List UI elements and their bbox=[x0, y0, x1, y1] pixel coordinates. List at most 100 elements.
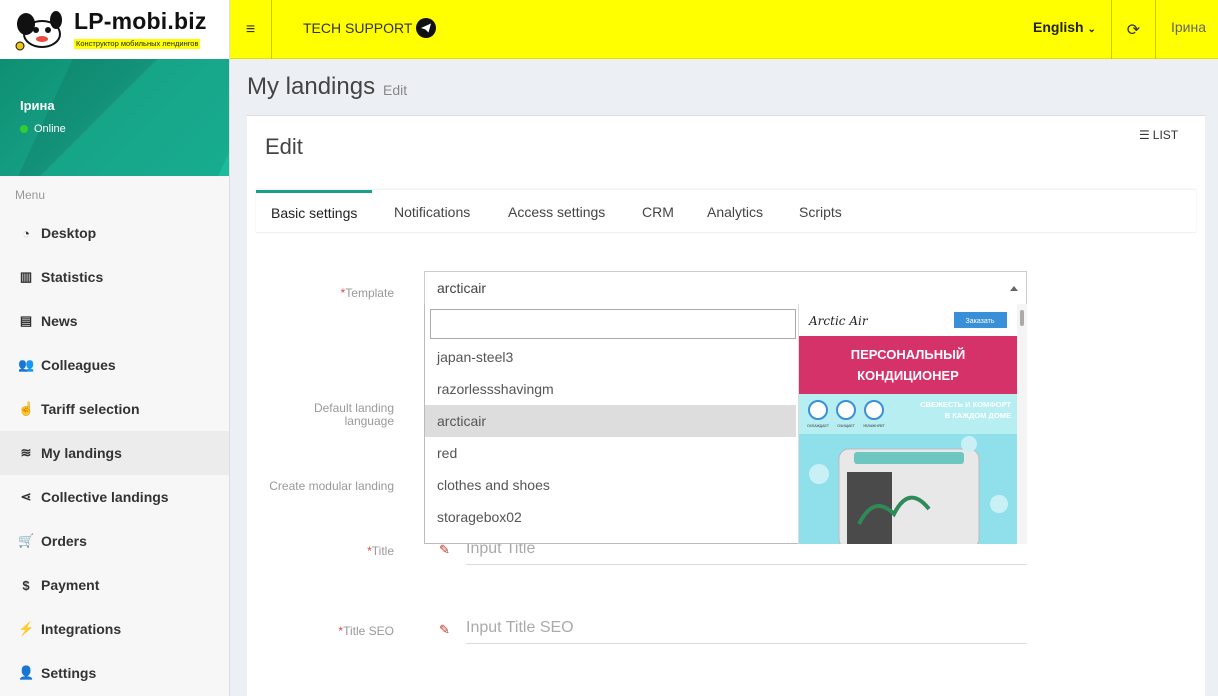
menu-header: Menu bbox=[15, 188, 46, 202]
preview-feature-2: ОЧИЩАЕТ bbox=[837, 424, 855, 428]
list-icon: ☰ bbox=[1139, 128, 1150, 142]
sidebar-item-collective-landings[interactable]: ⋖ Collective landings bbox=[0, 475, 229, 519]
tech-support-link[interactable]: TECH SUPPORT bbox=[303, 18, 437, 38]
sidebar-item-settings[interactable]: 👤 Settings bbox=[0, 651, 229, 695]
online-status: Online bbox=[20, 123, 66, 135]
preview-feature-1: ОХЛАЖДАЕТ bbox=[807, 424, 830, 428]
language-dropdown[interactable]: English ⌄ bbox=[1033, 19, 1096, 35]
tab-notifications[interactable]: Notifications bbox=[379, 190, 485, 233]
hamburger-icon: ≡ bbox=[245, 20, 256, 38]
sidebar-item-label: Statistics bbox=[41, 269, 104, 285]
divider bbox=[1155, 0, 1156, 59]
user-panel: Ірина Online bbox=[0, 59, 229, 176]
box-title: Edit bbox=[265, 134, 303, 159]
refresh-button[interactable]: ⟳ bbox=[1112, 0, 1155, 59]
dropdown-option[interactable]: razorlessshavingm bbox=[425, 373, 796, 405]
chevron-down-icon: ⌄ bbox=[1087, 24, 1096, 35]
language-label: English bbox=[1033, 19, 1084, 35]
tab-analytics[interactable]: Analytics bbox=[692, 190, 778, 233]
sidebar-item-integrations[interactable]: ⚡ Integrations bbox=[0, 607, 229, 651]
brand-tagline: Конструктор мобильных лендингов bbox=[74, 38, 201, 49]
pencil-icon: ✎ bbox=[439, 542, 450, 557]
sidebar-item-tariff-selection[interactable]: ☝ Tariff selection bbox=[0, 387, 229, 431]
sidebar-user-name: Ірина bbox=[20, 98, 55, 113]
sidebar-item-payment[interactable]: $ Payment bbox=[0, 563, 229, 607]
cart-icon: 🛒 bbox=[18, 533, 35, 548]
user-icon: 👤 bbox=[18, 665, 35, 680]
tab-scripts[interactable]: Scripts bbox=[784, 190, 857, 233]
dollar-icon: $ bbox=[22, 577, 30, 593]
sidebar: Ірина Online Menu ◔ Desktop ▥ Statistics… bbox=[0, 59, 230, 696]
preview-headline-1: ПЕРСОНАЛЬНЫЙ bbox=[851, 347, 965, 362]
sidebar-item-colleagues[interactable]: 👥 Colleagues bbox=[0, 343, 229, 387]
preview-slogan-1: СВЕЖЕСТЬ И КОМФОРТ bbox=[920, 400, 1011, 409]
pencil-icon: ✎ bbox=[439, 622, 450, 637]
brand-name: LP-mobi.biz bbox=[74, 7, 207, 34]
tab-basic-settings[interactable]: Basic settings bbox=[256, 190, 373, 233]
modular-landing-label: Create modular landing bbox=[269, 479, 394, 493]
page-title: My landings bbox=[247, 73, 376, 100]
dog-mascot-icon bbox=[15, 10, 62, 50]
preview-order-button: Заказать bbox=[966, 318, 995, 325]
brand-logo[interactable]: LP-mobi.biz Конструктор мобильных лендин… bbox=[0, 0, 230, 59]
dropdown-search-input[interactable] bbox=[430, 309, 796, 339]
template-selected-value: arcticair bbox=[437, 280, 487, 296]
dropdown-option[interactable]: storagebox02 bbox=[425, 501, 796, 533]
edit-box: Edit ☰ LIST Basic settings Notifications… bbox=[247, 115, 1205, 696]
preview-feature-3: УВЛАЖНЯЕТ bbox=[863, 424, 886, 428]
title-label: *Title bbox=[367, 544, 394, 558]
sidebar-item-news[interactable]: ▤ News bbox=[0, 299, 229, 343]
sidebar-item-label: Colleagues bbox=[41, 357, 116, 373]
preview-slogan-2: В КАЖДОМ ДОМЕ bbox=[945, 411, 1011, 420]
dropdown-option-highlighted[interactable]: arcticair bbox=[425, 405, 796, 437]
tab-access-settings[interactable]: Access settings bbox=[493, 190, 620, 233]
title-seo-label: *Title SEO bbox=[338, 624, 394, 638]
tab-crm[interactable]: CRM bbox=[627, 190, 689, 233]
sidebar-item-my-landings[interactable]: ≋ My landings bbox=[0, 431, 229, 475]
scrollbar-thumb[interactable] bbox=[1020, 310, 1024, 326]
page-subtitle: Edit bbox=[383, 82, 408, 98]
sidebar-item-statistics[interactable]: ▥ Statistics bbox=[0, 255, 229, 299]
dropdown-option[interactable]: clothes and shoes bbox=[425, 469, 796, 501]
list-button[interactable]: ☰ LIST bbox=[1139, 128, 1178, 142]
sidebar-item-label: Settings bbox=[41, 665, 97, 681]
sidebar-item-label: Payment bbox=[41, 577, 100, 593]
sidebar-item-label: My landings bbox=[41, 445, 122, 461]
sidebar-toggle-button[interactable]: ≡ bbox=[230, 0, 272, 59]
users-icon: 👥 bbox=[18, 357, 35, 372]
telegram-icon bbox=[416, 18, 437, 38]
sidebar-item-orders[interactable]: 🛒 Orders bbox=[0, 519, 229, 563]
plug-icon: ⚡ bbox=[18, 621, 35, 636]
dashboard-icon: ◔ bbox=[22, 225, 30, 241]
user-menu[interactable]: Ірина bbox=[1171, 19, 1206, 35]
sidebar-item-label: Collective landings bbox=[41, 489, 169, 505]
newspaper-icon: ▤ bbox=[19, 313, 33, 328]
stack-icon: ≋ bbox=[20, 445, 32, 460]
sidebar-item-label: Integrations bbox=[41, 621, 122, 637]
sidebar-item-desktop[interactable]: ◔ Desktop bbox=[0, 211, 229, 255]
share-icon: ⋖ bbox=[20, 489, 32, 504]
dropdown-option[interactable]: japan-steel3 bbox=[425, 341, 796, 373]
top-navbar: ≡ TECH SUPPORT English ⌄ ⟳ Ірина bbox=[230, 0, 1218, 59]
caret-up-icon bbox=[1010, 286, 1018, 291]
template-preview: Arctic Air Заказать ПЕРСОНАЛЬНЫЙ КОНДИЦИ… bbox=[798, 304, 1017, 544]
refresh-icon: ⟳ bbox=[1126, 21, 1141, 39]
preview-brand: Arctic Air bbox=[808, 314, 869, 328]
template-dropdown: japan-steel3 razorlessshavingm arcticair… bbox=[424, 304, 1027, 544]
preview-scrollbar[interactable] bbox=[1017, 304, 1027, 544]
dropdown-option[interactable]: red bbox=[425, 437, 796, 469]
sidebar-item-label: Desktop bbox=[41, 225, 97, 241]
template-select[interactable]: arcticair bbox=[424, 271, 1027, 305]
template-preview-image: Arctic Air Заказать ПЕРСОНАЛЬНЫЙ КОНДИЦИ… bbox=[799, 304, 1017, 544]
online-dot-icon bbox=[20, 125, 28, 133]
hand-pointer-icon: ☝ bbox=[18, 401, 35, 416]
template-label: *Template bbox=[340, 286, 394, 300]
title-seo-field-wrap bbox=[466, 614, 1027, 644]
sidebar-item-label: Tariff selection bbox=[41, 401, 140, 417]
status-text: Online bbox=[34, 123, 66, 135]
sidebar-item-label: Orders bbox=[41, 533, 87, 549]
sidebar-item-label: News bbox=[41, 313, 78, 329]
tech-support-label: TECH SUPPORT bbox=[303, 20, 413, 36]
default-language-label: Default landing language bbox=[313, 401, 394, 428]
title-seo-input[interactable] bbox=[466, 614, 1006, 642]
